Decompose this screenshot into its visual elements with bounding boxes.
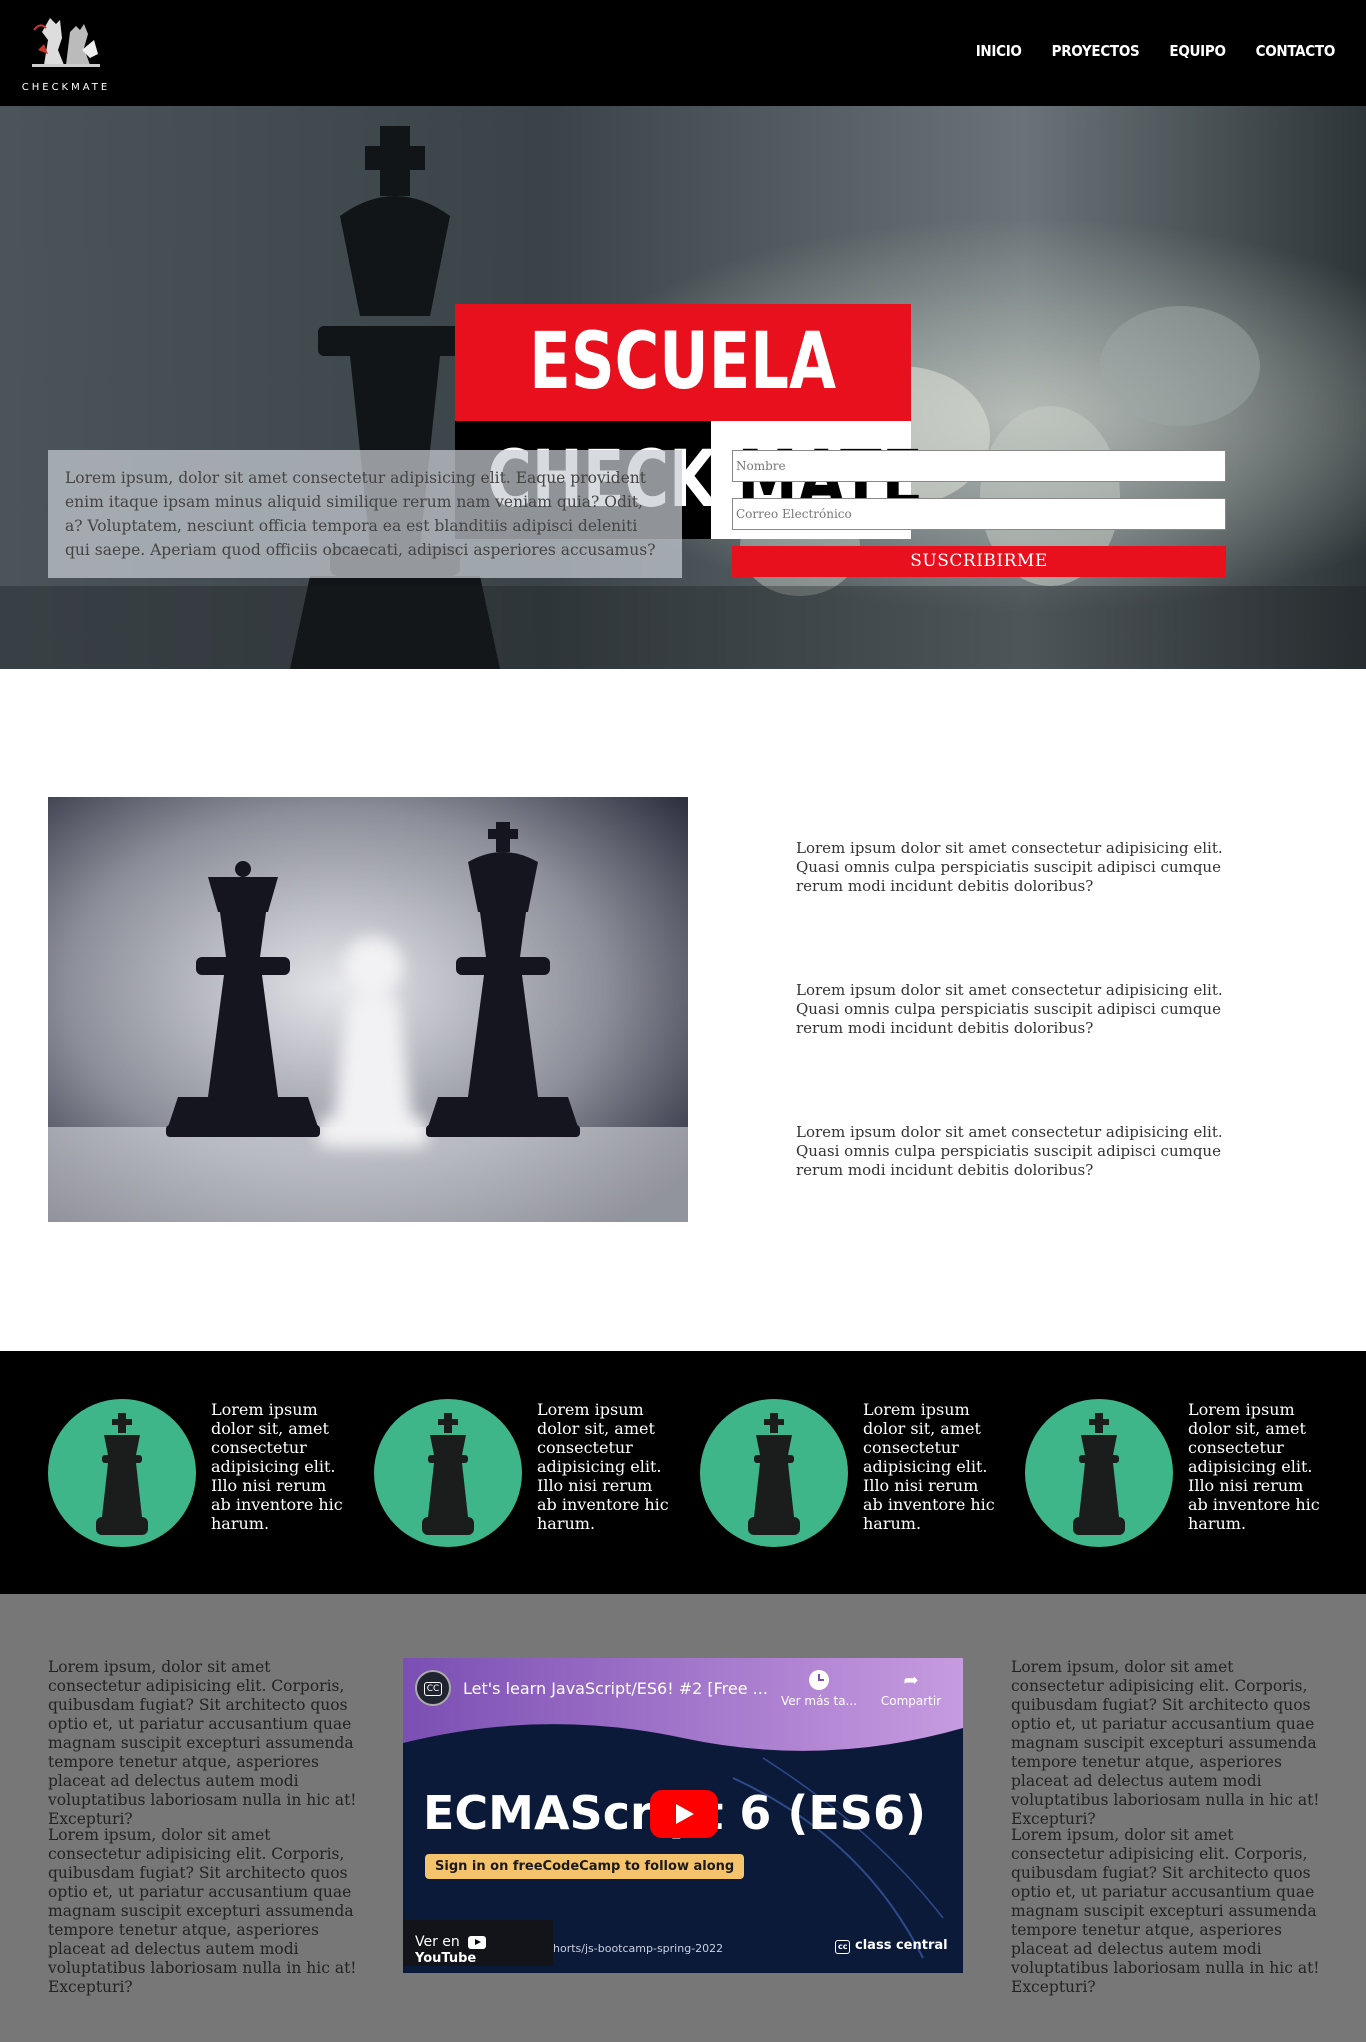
class-central-logo: cc class central [835, 1938, 948, 1954]
chess-king-icon [1025, 1399, 1173, 1547]
logo[interactable]: CHECKMATE [14, 10, 118, 96]
main-nav: INICIO PROYECTOS EQUIPO CONTACTO [976, 42, 1336, 60]
chess-knight-logo-icon [32, 18, 100, 67]
feature-text: Lorem ipsum dolor sit, amet consectetur … [211, 1400, 343, 1533]
signin-banner[interactable]: Sign in on freeCodeCamp to follow along [425, 1854, 745, 1879]
watch-on-youtube[interactable]: Ver en YouTube [403, 1920, 553, 1966]
clock-icon [809, 1670, 829, 1690]
right-paragraph-1: Lorem ipsum, dolor sit amet consectetur … [1011, 1658, 1320, 1828]
class-central-icon: cc [835, 1940, 851, 1954]
hero-section: ESCUELA CHECK MATE Lorem ipsum, dolor si… [0, 106, 1366, 669]
title-escuela: ESCUELA [455, 304, 911, 421]
bottom-section: Lorem ipsum, dolor sit amet consectetur … [0, 1594, 1366, 2042]
right-paragraph-2: Lorem ipsum, dolor sit amet consectetur … [1011, 1826, 1320, 1996]
logo-text: CHECKMATE [21, 82, 111, 93]
nav-equipo[interactable]: EQUIPO [1169, 42, 1226, 60]
subscribe-button[interactable]: SUSCRIBIRME [732, 546, 1226, 577]
closed-captions-icon: CC [423, 1682, 443, 1696]
about-paragraph-3: Lorem ipsum dolor sit amet consectetur a… [796, 1123, 1223, 1179]
nav-inicio[interactable]: INICIO [976, 42, 1022, 60]
feature-text: Lorem ipsum dolor sit, amet consectetur … [1188, 1400, 1320, 1533]
feature-item: Lorem ipsum dolor sit, amet consectetur … [48, 1399, 368, 1549]
features-section: Lorem ipsum dolor sit, amet consectetur … [0, 1351, 1366, 1594]
feature-text: Lorem ipsum dolor sit, amet consectetur … [863, 1400, 995, 1533]
nav-proyectos[interactable]: PROYECTOS [1052, 42, 1140, 60]
watch-later-button[interactable]: Ver más ta... [779, 1670, 859, 1708]
video-embed[interactable]: CC Let's learn JavaScript/ES6! #2 [Free … [403, 1658, 963, 1973]
about-section: Lorem ipsum dolor sit amet consectetur a… [0, 669, 1366, 1351]
youtube-logo-icon [468, 1935, 487, 1949]
chess-king-icon [374, 1399, 522, 1547]
play-button[interactable] [650, 1790, 718, 1838]
feature-text: Lorem ipsum dolor sit, amet consectetur … [537, 1400, 669, 1533]
channel-avatar[interactable]: CC [415, 1670, 451, 1706]
site-header: CHECKMATE INICIO PROYECTOS EQUIPO CONTAC… [0, 0, 1366, 106]
about-paragraph-2: Lorem ipsum dolor sit amet consectetur a… [796, 981, 1223, 1037]
video-title[interactable]: Let's learn JavaScript/ES6! #2 [Free ... [463, 1679, 768, 1698]
hero-description: Lorem ipsum, dolor sit amet consectetur … [48, 450, 682, 578]
name-input[interactable]: Nombre [732, 450, 1226, 482]
chess-pieces-image [48, 797, 688, 1222]
share-arrow-icon: ➦ [903, 1670, 919, 1691]
play-icon [676, 1804, 694, 1824]
email-input[interactable]: Correo Electrónico [732, 498, 1226, 530]
feature-item: Lorem ipsum dolor sit, amet consectetur … [700, 1399, 1020, 1549]
video-url: horts/js-bootcamp-spring-2022 [553, 1942, 724, 1955]
feature-item: Lorem ipsum dolor sit, amet consectetur … [1025, 1399, 1345, 1549]
nav-contacto[interactable]: CONTACTO [1256, 42, 1336, 60]
left-paragraph-2: Lorem ipsum, dolor sit amet consectetur … [48, 1826, 357, 1996]
share-button[interactable]: ➦ Compartir [873, 1670, 949, 1708]
left-paragraph-1: Lorem ipsum, dolor sit amet consectetur … [48, 1658, 357, 1828]
feature-item: Lorem ipsum dolor sit, amet consectetur … [374, 1399, 694, 1549]
chess-king-icon [48, 1399, 196, 1547]
about-paragraph-1: Lorem ipsum dolor sit amet consectetur a… [796, 839, 1223, 895]
chess-king-icon [700, 1399, 848, 1547]
